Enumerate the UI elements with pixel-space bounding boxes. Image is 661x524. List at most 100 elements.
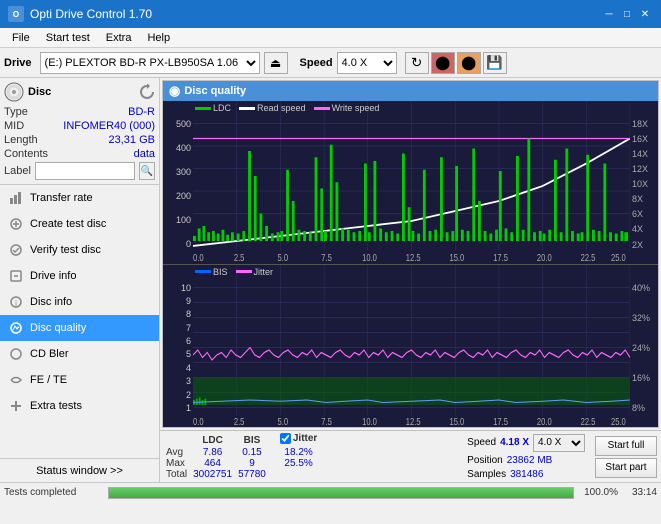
jitter-legend-label: Jitter [254, 267, 274, 277]
fe-te-icon [8, 372, 24, 388]
disc-contents-row: Contents data [4, 148, 155, 160]
nav-disc-quality[interactable]: Disc quality [0, 315, 159, 341]
maximize-button[interactable]: □ [619, 6, 635, 22]
close-button[interactable]: ✕ [637, 6, 653, 22]
max-ldc: 464 [193, 458, 238, 469]
svg-text:7.5: 7.5 [321, 415, 332, 426]
burn-button[interactable]: ⬤ [457, 52, 481, 74]
disc-icon [4, 82, 24, 102]
svg-text:25.0: 25.0 [611, 252, 626, 263]
nav-verify-test-disc-label: Verify test disc [30, 244, 101, 256]
left-panel: Disc Type BD-R MID INFOMER40 (000) Lengt… [0, 78, 160, 482]
nav-menu: Transfer rate Create test disc Verify te… [0, 185, 159, 458]
top-chart-y-right: 18X 16X 14X 12X 10X 8X 6X 4X 2X [630, 101, 658, 264]
chart-header: ◉ Disc quality [163, 81, 658, 101]
bis-legend-label: BIS [213, 267, 228, 277]
top-chart-plot: LDC Read speed Write speed [193, 101, 630, 264]
nav-cd-bler-label: CD Bler [30, 348, 69, 360]
read-speed-legend-label: Read speed [257, 103, 306, 113]
cd-bler-icon [8, 346, 24, 362]
drive-info-icon [8, 268, 24, 284]
length-value: 23,31 GB [109, 134, 155, 146]
chart-container: ◉ Disc quality 500 400 300 200 100 0 [162, 80, 659, 428]
svg-text:5.0: 5.0 [278, 415, 289, 426]
svg-text:12.5: 12.5 [406, 415, 421, 426]
nav-disc-quality-label: Disc quality [30, 322, 86, 334]
refresh-button[interactable]: ↻ [405, 52, 429, 74]
jitter-checkbox[interactable] [280, 433, 291, 444]
start-full-button[interactable]: Start full [595, 436, 657, 456]
svg-text:2.5: 2.5 [234, 252, 245, 263]
status-window-button[interactable]: Status window >> [0, 458, 159, 482]
eject-button[interactable]: ⏏ [264, 52, 288, 74]
chart-title: Disc quality [184, 85, 246, 97]
nav-drive-info[interactable]: Drive info [0, 263, 159, 289]
disc-section-label: Disc [28, 86, 51, 98]
label-input[interactable] [35, 162, 135, 180]
nav-disc-info[interactable]: i Disc info [0, 289, 159, 315]
drive-select[interactable]: (E:) PLEXTOR BD-R PX-LB950SA 1.06 [40, 52, 260, 74]
mid-value: INFOMER40 (000) [63, 120, 155, 132]
drive-label: Drive [4, 57, 32, 69]
titlebar-left: O Opti Drive Control 1.70 [8, 6, 152, 22]
nav-extra-tests[interactable]: Extra tests [0, 393, 159, 419]
speed-selector[interactable]: 4.0 X [533, 434, 585, 452]
nav-create-test-disc[interactable]: Create test disc [0, 211, 159, 237]
avg-jitter: 18.2% [280, 447, 323, 458]
contents-value: data [134, 148, 155, 160]
svg-text:10.0: 10.0 [362, 415, 377, 426]
write-speed-legend-color [314, 107, 330, 110]
read-speed-legend-color [239, 107, 255, 110]
menu-start-test[interactable]: Start test [38, 28, 98, 47]
menu-help[interactable]: Help [139, 28, 178, 47]
label-search-button[interactable]: 🔍 [139, 162, 155, 180]
menu-extra[interactable]: Extra [98, 28, 140, 47]
ldc-legend-label: LDC [213, 103, 231, 113]
samples-row: Samples 381486 [467, 469, 585, 480]
total-bis: 57780 [238, 469, 272, 480]
disc-length-row: Length 23,31 GB [4, 134, 155, 146]
bottom-chart-legend: BIS Jitter [195, 267, 273, 277]
position-value: 23862 MB [507, 455, 553, 466]
verify-test-disc-icon [8, 242, 24, 258]
jitter-legend-color [236, 270, 252, 273]
app-title: Opti Drive Control 1.70 [30, 7, 152, 21]
write-speed-legend-label: Write speed [332, 103, 380, 113]
svg-text:12.5: 12.5 [406, 252, 421, 263]
menu-file[interactable]: File [4, 28, 38, 47]
label-label: Label [4, 165, 31, 177]
save-button[interactable]: 💾 [483, 52, 507, 74]
max-bis: 9 [238, 458, 272, 469]
speed-info-area: Speed 4.18 X 4.0 X Position 23862 MB Sam… [461, 431, 591, 482]
samples-label: Samples [467, 469, 506, 480]
svg-text:15.0: 15.0 [449, 415, 464, 426]
minimize-button[interactable]: ─ [601, 6, 617, 22]
nav-verify-test-disc[interactable]: Verify test disc [0, 237, 159, 263]
nav-fe-te[interactable]: FE / TE [0, 367, 159, 393]
speed-label: Speed [300, 57, 333, 69]
progress-percent: 100.0% [578, 487, 618, 498]
start-buttons-area: Start full Start part [591, 431, 661, 482]
disc-header: Disc [4, 82, 155, 102]
nav-cd-bler[interactable]: CD Bler [0, 341, 159, 367]
speed-select[interactable]: 4.0 X [337, 52, 397, 74]
disc-refresh-icon[interactable] [139, 84, 155, 100]
start-part-button[interactable]: Start part [595, 458, 657, 478]
svg-text:22.5: 22.5 [581, 415, 596, 426]
disc-info-icon: i [8, 294, 24, 310]
svg-text:20.0: 20.0 [537, 252, 552, 263]
svg-text:15.0: 15.0 [449, 252, 464, 263]
bis-legend-color [195, 270, 211, 273]
color-button[interactable]: ⬤ [431, 52, 455, 74]
disc-mid-row: MID INFOMER40 (000) [4, 120, 155, 132]
main-layout: Disc Type BD-R MID INFOMER40 (000) Lengt… [0, 78, 661, 482]
nav-create-test-disc-label: Create test disc [30, 218, 106, 230]
titlebar: O Opti Drive Control 1.70 ─ □ ✕ [0, 0, 661, 28]
app-icon: O [8, 6, 24, 22]
mid-label: MID [4, 120, 24, 132]
avg-ldc: 7.86 [193, 447, 238, 458]
nav-transfer-rate[interactable]: Transfer rate [0, 185, 159, 211]
svg-text:25.0: 25.0 [611, 415, 626, 426]
transfer-rate-icon [8, 190, 24, 206]
progress-fill [109, 488, 573, 498]
